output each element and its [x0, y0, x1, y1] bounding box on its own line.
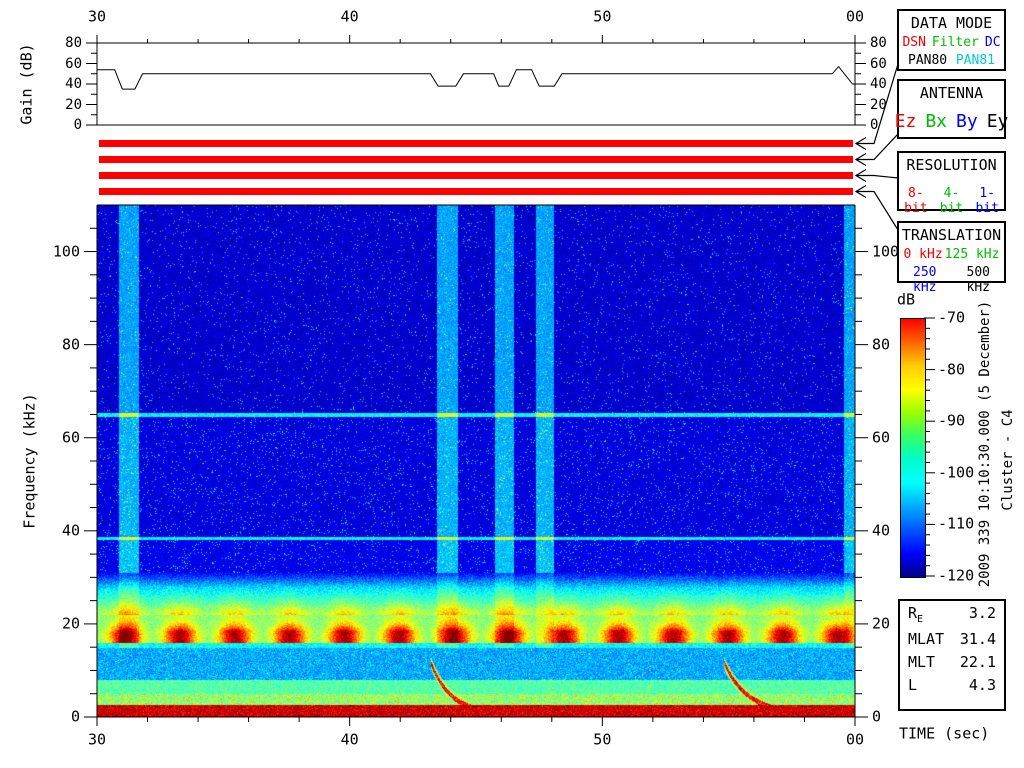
data-mode-title: DATA MODE: [899, 14, 1004, 32]
antenna-title: ANTENNA: [899, 84, 1004, 102]
data-mode-box: DATA MODE DSN Filter DC PAN80 PAN81: [897, 9, 1006, 71]
colorbar-tick-label: -70: [938, 311, 965, 326]
value-token: DC: [985, 35, 1001, 50]
value-token: Ey: [987, 111, 1009, 132]
time-tick-label-bottom: 30: [88, 733, 106, 748]
mlat-value: 31.4: [960, 630, 996, 648]
value-token: 125 kHz: [945, 247, 1000, 262]
freq-tick-label-left: 60: [62, 430, 80, 445]
gain-tick-label-right: 0: [870, 118, 878, 132]
gain-axis-label: Gain (dB): [20, 43, 35, 124]
l-value: 4.3: [969, 676, 996, 694]
freq-axis-label: Frequency (kHz): [23, 393, 38, 528]
freq-tick-label-left: 40: [62, 523, 80, 538]
wbd-spectrogram-display: { "title": "Cluster WBD spectrogram disp…: [0, 0, 1024, 768]
re-value: 3.2: [969, 604, 996, 625]
time-tick-label-bottom: 50: [593, 733, 611, 748]
translation-values-2: 250 kHz 500 kHz: [899, 265, 1004, 295]
gain-tick-label-right: 40: [870, 77, 887, 91]
colorbar-tick-label: -80: [938, 362, 965, 377]
re-label: RE: [908, 604, 923, 625]
coverage-bar: [99, 156, 853, 163]
plot-path: [856, 192, 898, 231]
freq-tick-label-right: 40: [872, 523, 890, 538]
colorbar: [900, 318, 926, 578]
resolution-box: RESOLUTION 8-bit 4-bit 1-bit: [897, 151, 1006, 211]
freq-tick-label-left: 0: [71, 710, 80, 725]
value-token: 500 kHz: [953, 265, 1005, 295]
value-token: 1-bit: [970, 186, 1004, 216]
l-label: L: [908, 676, 917, 694]
timestamp-text: 2009 339 10:10:30.000 (5 December): [978, 301, 992, 588]
ephemeris-row-l: L 4.3: [900, 673, 1004, 696]
value-token: 0 kHz: [904, 247, 943, 262]
value-token: By: [956, 111, 978, 132]
translation-title: TRANSLATION: [899, 226, 1004, 244]
freq-tick-label-right: 20: [872, 616, 890, 631]
gain-tick-label-left: 60: [65, 57, 82, 71]
colorbar-tick-label: -90: [938, 414, 965, 429]
colorbar-tick-label: -110: [938, 517, 974, 532]
gain-tick-label-left: 20: [65, 98, 82, 112]
coverage-bar: [99, 172, 853, 179]
time-tick-label-top: 00: [846, 10, 864, 25]
freq-tick-label-left: 100: [53, 244, 80, 259]
value-token: Ez: [895, 111, 917, 132]
ephemeris-row-re: RE 3.2: [900, 601, 1004, 627]
value-token: PAN81: [956, 53, 995, 68]
time-tick-label-bottom: 00: [846, 733, 864, 748]
value-token: 250 kHz: [899, 265, 951, 295]
mlt-label: MLT: [908, 653, 935, 671]
value-token: DSN: [902, 35, 925, 50]
freq-tick-label-right: 60: [872, 430, 890, 445]
coverage-bar: [99, 188, 853, 195]
freq-tick-label-left: 20: [62, 616, 80, 631]
plot-path: [97, 67, 855, 90]
value-token: Bx: [925, 111, 947, 132]
gain-tick-label-left: 0: [74, 118, 82, 132]
translation-values-1: 0 kHz 125 kHz: [899, 247, 1004, 262]
value-token: PAN80: [908, 53, 947, 68]
freq-tick-label-right: 100: [872, 244, 899, 259]
ephemeris-box: RE 3.2 MLAT 31.4 MLT 22.1 L 4.3: [898, 599, 1006, 711]
gain-tick-label-right: 20: [870, 98, 887, 112]
gain-tick-label-left: 80: [65, 36, 82, 50]
mlt-value: 22.1: [960, 653, 996, 671]
value-token: Filter: [932, 35, 979, 50]
resolution-title: RESOLUTION: [899, 156, 1004, 174]
value-token: 8-bit: [899, 186, 933, 216]
antenna-values: Ez Bx By Ey: [899, 111, 1004, 132]
antenna-box: ANTENNA Ez Bx By Ey: [897, 79, 1006, 139]
time-tick-label-top: 30: [88, 10, 106, 25]
gain-tick-label-right: 60: [870, 57, 887, 71]
ephemeris-row-mlt: MLT 22.1: [900, 650, 1004, 673]
plot-path: [856, 176, 898, 179]
freq-tick-label-right: 0: [872, 710, 881, 725]
gain-tick-label-left: 40: [65, 77, 82, 91]
data-mode-pan-values: PAN80 PAN81: [899, 53, 1004, 68]
coverage-bar: [99, 140, 853, 147]
freq-tick-label-left: 80: [62, 337, 80, 352]
resolution-values: 8-bit 4-bit 1-bit: [899, 186, 1004, 216]
time-tick-label-top: 40: [341, 10, 359, 25]
spacecraft-text: Cluster - C4: [1001, 409, 1015, 510]
colorbar-tick-label: -100: [938, 465, 974, 480]
time-axis-title: TIME (sec): [899, 727, 989, 742]
axes-overlay: [0, 0, 1024, 768]
data-mode-values: DSN Filter DC: [899, 35, 1004, 50]
translation-box: TRANSLATION 0 kHz 125 kHz 250 kHz 500 kHz: [897, 221, 1006, 283]
time-tick-label-top: 50: [593, 10, 611, 25]
time-tick-label-bottom: 40: [341, 733, 359, 748]
gain-tick-label-right: 80: [870, 36, 887, 50]
freq-tick-label-right: 80: [872, 337, 890, 352]
value-token: 4-bit: [935, 186, 969, 216]
mlat-label: MLAT: [908, 630, 944, 648]
colorbar-tick-label: -120: [938, 569, 974, 584]
ephemeris-row-mlat: MLAT 31.4: [900, 627, 1004, 650]
